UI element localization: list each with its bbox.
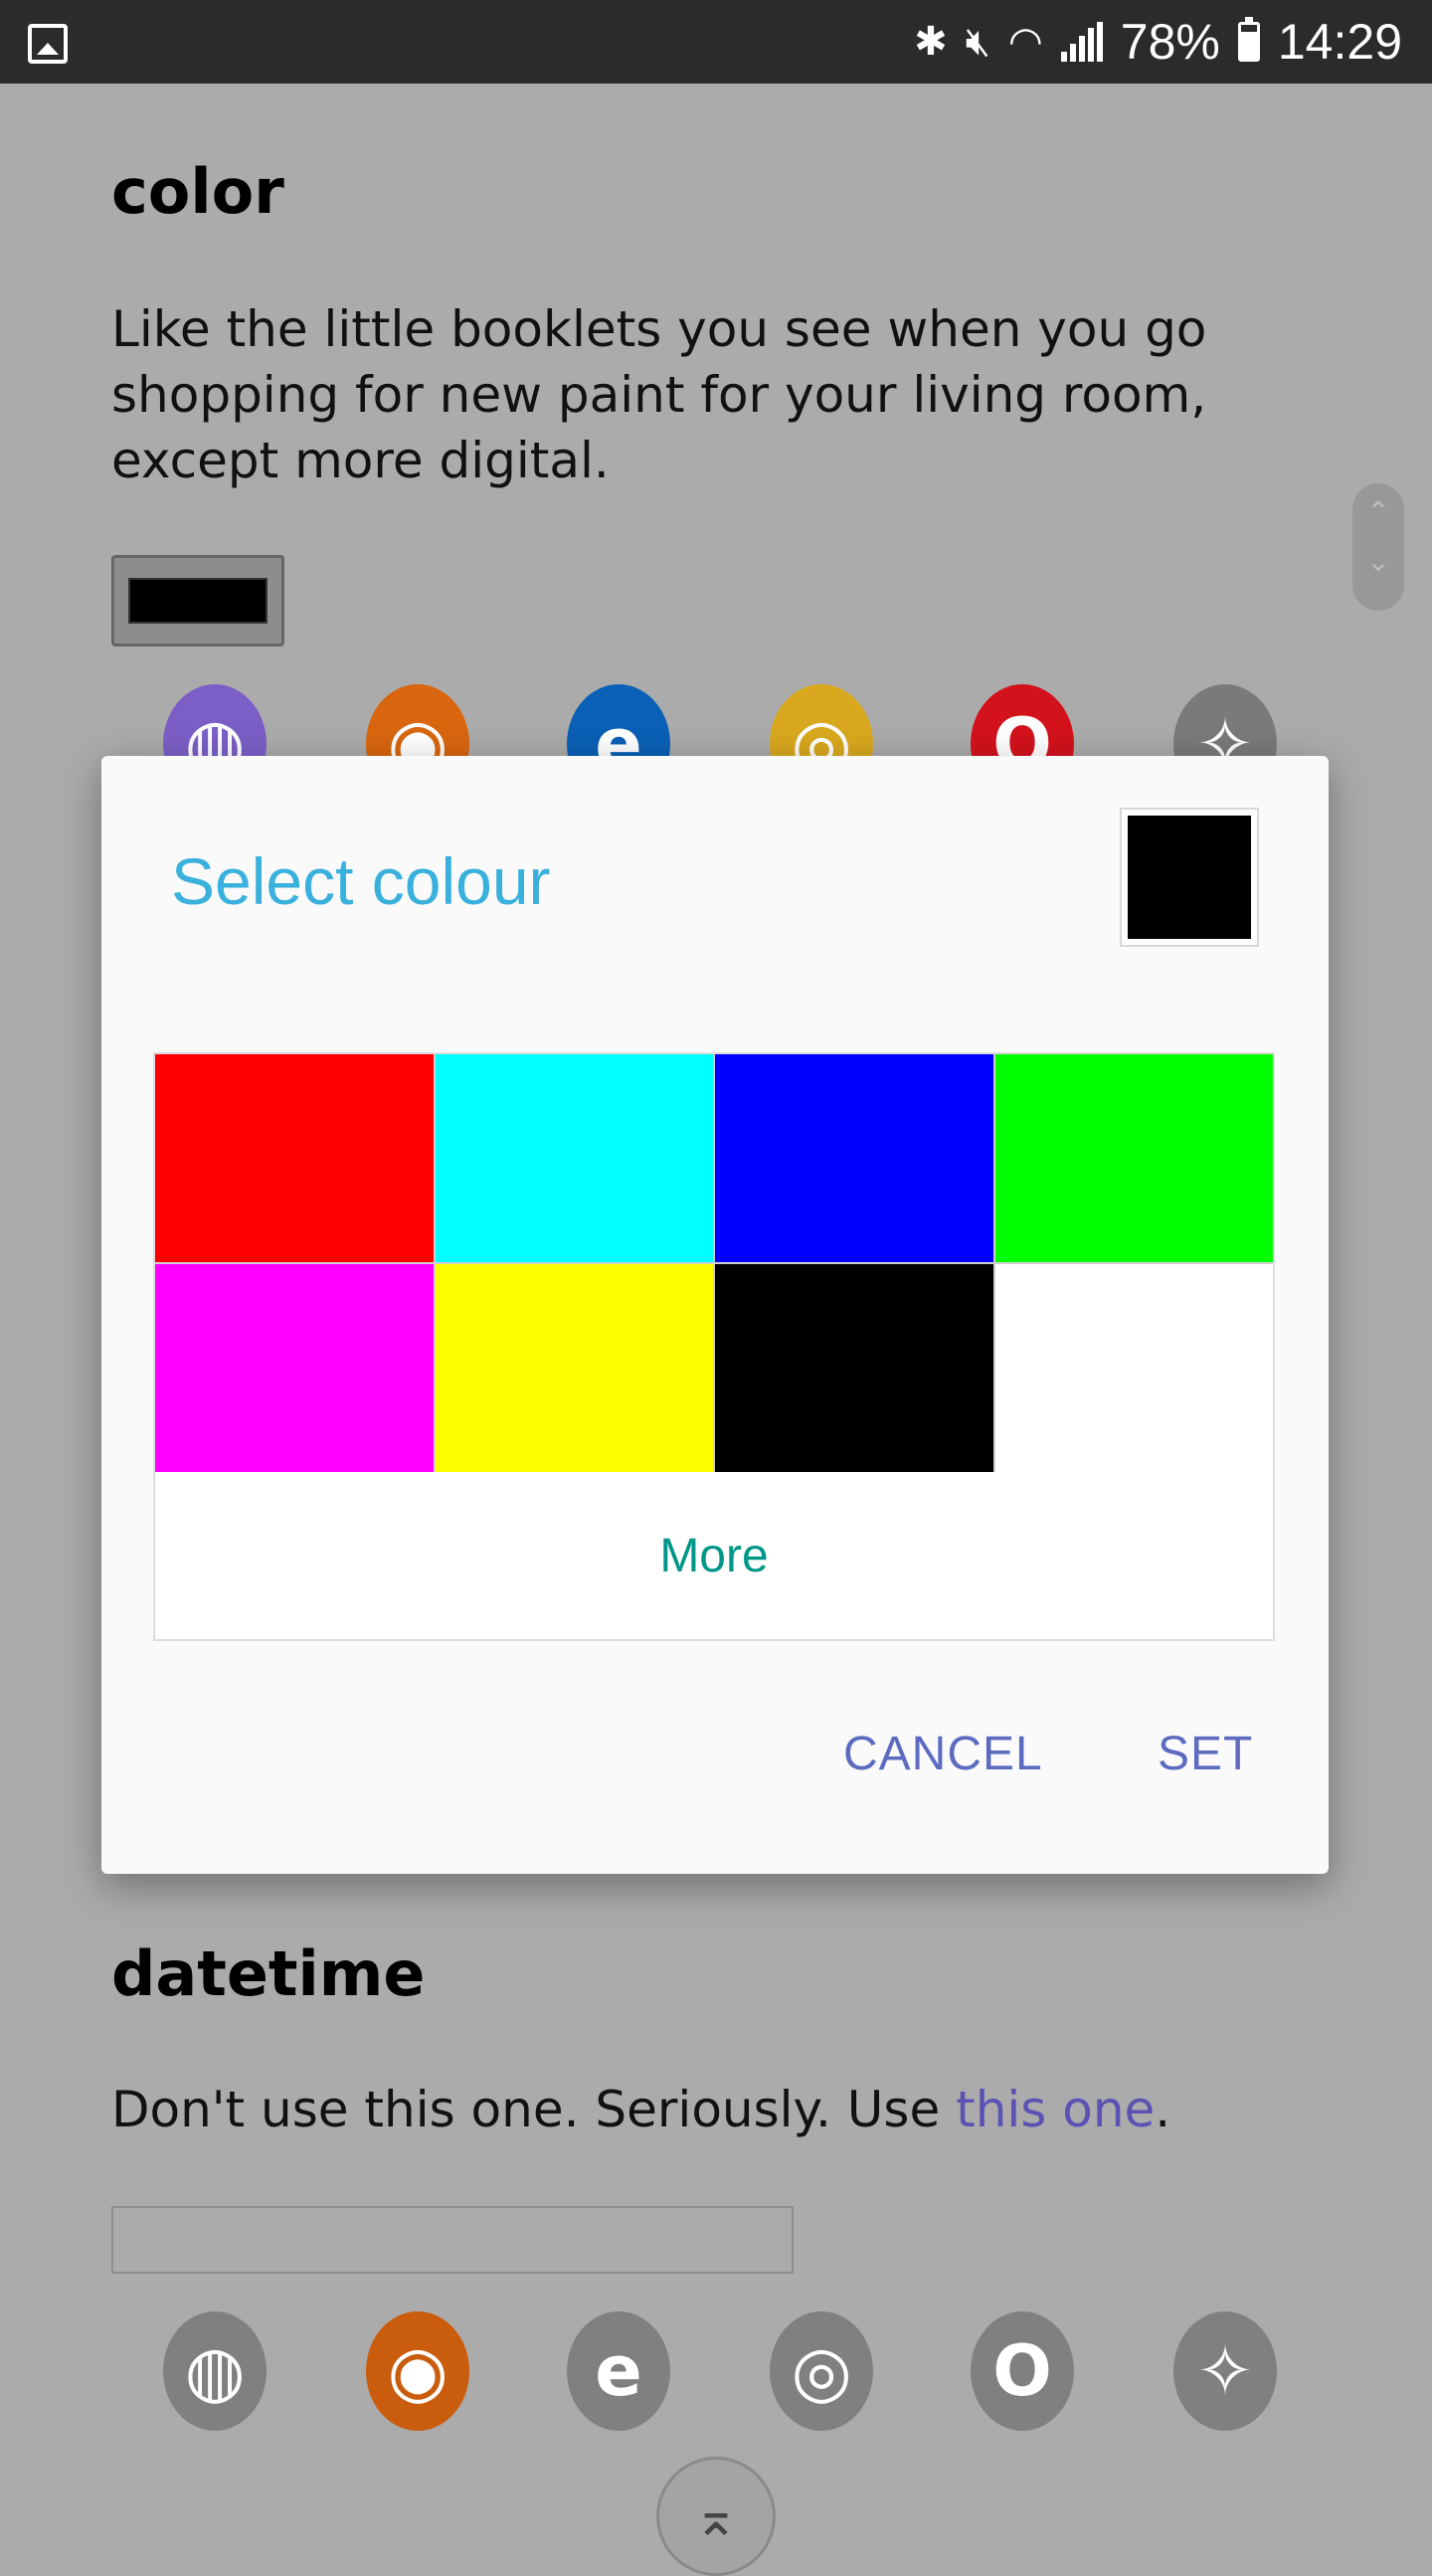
datetime-description-text: Don't use this one. Seriously. Use: [111, 2081, 957, 2138]
chevron-down-icon: ⌄: [1366, 545, 1390, 578]
samsung-internet-icon: ◍: [163, 2311, 267, 2431]
battery-percent: 78%: [1120, 14, 1220, 70]
color-input[interactable]: [111, 555, 284, 646]
colour-swatch[interactable]: [155, 1264, 434, 1472]
colour-swatch[interactable]: [715, 1054, 993, 1262]
more-colours-button[interactable]: More: [155, 1472, 1273, 1639]
wifi-icon: ◠: [1007, 19, 1043, 65]
clock: 14:29: [1277, 14, 1402, 70]
datetime-description-end: .: [1155, 2081, 1171, 2138]
chevron-up-icon: ⌃: [1366, 495, 1390, 528]
select-colour-dialog: Select colour More CANCEL SET: [101, 756, 1329, 1874]
opera-icon: O: [971, 2311, 1074, 2431]
colour-swatch[interactable]: [994, 1054, 1273, 1262]
color-description: Like the little booklets you see when yo…: [111, 300, 1207, 489]
colour-swatch[interactable]: [994, 1264, 1273, 1472]
this-one-link[interactable]: this one: [956, 2081, 1155, 2138]
selected-colour-fill: [1128, 816, 1251, 939]
edge-icon: e: [567, 2311, 670, 2431]
swatch-grid: [155, 1054, 1273, 1472]
chrome-icon: ◎: [770, 2311, 873, 2431]
safari-icon: ✧: [1173, 2311, 1277, 2431]
signal-icon: [1060, 22, 1103, 62]
colour-swatch[interactable]: [155, 1054, 434, 1262]
colour-swatch[interactable]: [435, 1264, 713, 1472]
colour-swatch[interactable]: [715, 1264, 993, 1472]
cancel-button[interactable]: CANCEL: [843, 1727, 1043, 1781]
color-heading: color: [111, 155, 284, 228]
firefox-icon: ◉: [366, 2311, 469, 2431]
set-button[interactable]: SET: [1158, 1727, 1253, 1781]
fast-scroll-handle[interactable]: ⌃ ⌄: [1352, 483, 1404, 611]
status-bar: ✱ 🔇︎ ◠ 78% 14:29: [0, 0, 1432, 84]
selected-colour-preview: [1120, 808, 1259, 947]
datetime-input[interactable]: [111, 2206, 794, 2274]
dialog-title: Select colour: [171, 844, 551, 918]
arrow-up-icon: ⌅: [693, 2484, 739, 2548]
datetime-description: Don't use this one. Seriously. Use this …: [111, 2077, 1255, 2142]
status-icons: ✱ 🔇︎ ◠ 78% 14:29: [914, 0, 1402, 84]
bluetooth-icon: ✱: [914, 19, 948, 65]
datetime-heading: datetime: [111, 1937, 426, 2010]
gallery-icon: [28, 24, 68, 64]
mute-icon: 🔇︎: [965, 19, 990, 65]
browser-support-row-datetime: ◍ ◉ e ◎ O ✧: [0, 2311, 1432, 2431]
color-input-swatch: [128, 578, 268, 624]
colour-swatch[interactable]: [435, 1054, 713, 1262]
battery-icon: [1237, 17, 1260, 62]
colour-palette: More: [153, 1052, 1275, 1641]
scroll-to-top-button[interactable]: ⌅: [656, 2457, 776, 2576]
